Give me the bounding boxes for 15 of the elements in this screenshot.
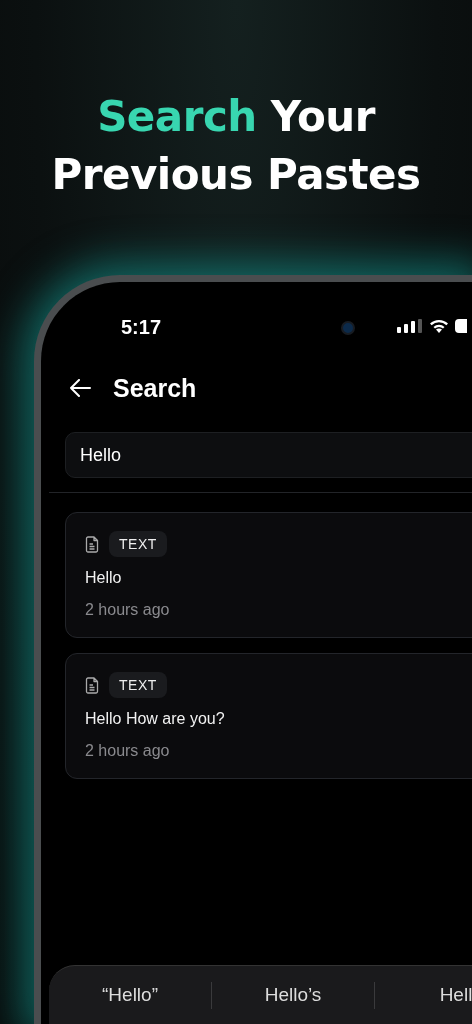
type-tag: TEXT bbox=[109, 672, 167, 698]
paste-card[interactable]: TEXT Hello How are you? 2 hours ago bbox=[65, 653, 472, 779]
paste-time: 2 hours ago bbox=[85, 601, 171, 619]
paste-card[interactable]: TEXT Hello 2 hours ago bbox=[65, 512, 472, 638]
search-field[interactable]: Hello bbox=[65, 432, 472, 478]
headline: Search Your Previous Pastes bbox=[50, 91, 422, 201]
paste-text: Hello How are you? bbox=[85, 710, 226, 728]
screen-title: Search bbox=[113, 373, 197, 403]
suggestion-item[interactable]: “Hello” bbox=[49, 984, 211, 1006]
paste-time: 2 hours ago bbox=[85, 742, 171, 760]
suggestion-item[interactable]: Hello’s bbox=[212, 984, 374, 1006]
type-tag: TEXT bbox=[109, 531, 167, 557]
suggestion-item[interactable]: Hell bbox=[375, 984, 472, 1006]
paste-text: Hello bbox=[85, 569, 123, 587]
status-time: 5:17 bbox=[121, 315, 162, 339]
